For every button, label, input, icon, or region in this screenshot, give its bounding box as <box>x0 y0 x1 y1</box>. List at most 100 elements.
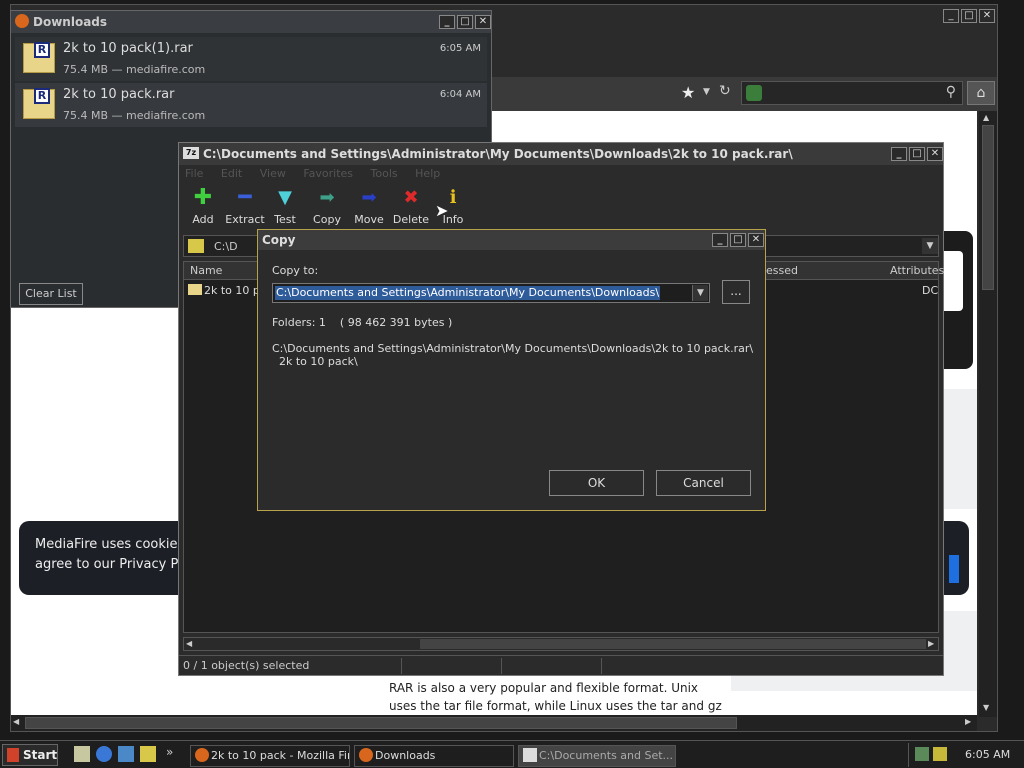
download-item[interactable]: R 2k to 10 pack(1).rar 75.4 MB — mediafi… <box>15 37 487 81</box>
maximize-button[interactable]: □ <box>730 233 746 247</box>
taskbar-item-downloads[interactable]: Downloads <box>354 745 514 767</box>
plus-icon: ✚ <box>193 185 213 210</box>
menu-bar: File Edit View Favorites Tools Help <box>185 167 454 183</box>
download-details: 75.4 MB — mediafire.com <box>63 63 206 76</box>
system-tray: 6:05 AM <box>908 743 1022 767</box>
maximize-button[interactable]: □ <box>457 15 473 29</box>
explorer-icon[interactable] <box>140 746 156 762</box>
menu-edit[interactable]: Edit <box>221 167 242 180</box>
start-button[interactable]: Start <box>2 744 58 766</box>
cancel-button[interactable]: Cancel <box>656 470 751 496</box>
window-title: Downloads <box>33 15 108 29</box>
status-text: 0 / 1 object(s) selected <box>183 659 310 672</box>
minimize-button[interactable]: _ <box>439 15 455 29</box>
tray-app-icon[interactable] <box>933 747 947 761</box>
menu-favorites[interactable]: Favorites <box>303 167 353 180</box>
source-path-line-2: 2k to 10 pack\ <box>272 355 358 368</box>
cookie-accept-button[interactable] <box>949 555 959 583</box>
chevron-down-icon[interactable]: ▼ <box>703 87 710 97</box>
horizontal-scrollbar[interactable]: ◀ ▶ <box>11 715 977 731</box>
reload-icon[interactable]: ↻ <box>719 83 731 99</box>
network-icon[interactable] <box>915 747 929 761</box>
scroll-left-icon[interactable]: ◀ <box>13 717 19 726</box>
search-input[interactable]: ⚲ <box>741 81 963 105</box>
scroll-right-icon[interactable]: ▶ <box>965 717 971 726</box>
show-desktop-icon[interactable] <box>74 746 90 762</box>
ok-button[interactable]: OK <box>549 470 644 496</box>
google-icon <box>746 85 762 101</box>
maximize-button[interactable]: □ <box>909 147 925 161</box>
search-icon[interactable]: ⚲ <box>946 84 956 100</box>
page-paragraph: RAR is also a very popular and flexible … <box>389 681 722 713</box>
browser-toolbar: ★ ▼ ↻ ⚲ ⌂ <box>491 77 997 111</box>
7zip-icon <box>523 748 537 762</box>
test-button[interactable]: ▼ Test <box>261 187 309 226</box>
clear-list-button[interactable]: Clear List <box>19 283 83 305</box>
firefox-icon <box>195 748 209 762</box>
taskbar-item-firefox[interactable]: 2k to 10 pack - Mozilla Fir... <box>190 745 350 767</box>
status-bar: 0 / 1 object(s) selected <box>179 655 943 675</box>
copy-dialog-titlebar[interactable]: Copy _ □ ✕ <box>258 230 765 250</box>
close-button[interactable]: ✕ <box>979 9 995 23</box>
close-button[interactable]: ✕ <box>748 233 764 247</box>
scroll-right-icon[interactable]: ▶ <box>928 639 934 648</box>
column-packed-size[interactable]: essed <box>766 264 798 277</box>
taskbar: Start » 2k to 10 pack - Mozilla Fir... D… <box>0 740 1024 768</box>
download-details: 75.4 MB — mediafire.com <box>63 109 206 122</box>
column-name[interactable]: Name <box>190 264 222 277</box>
vertical-scrollbar[interactable]: ▲ ▼ <box>979 111 997 717</box>
copy-arrow-icon: ➡ <box>319 187 335 208</box>
close-button[interactable]: ✕ <box>475 15 491 29</box>
row-attributes: DC <box>922 284 939 297</box>
7zip-titlebar[interactable]: 7z C:\Documents and Settings\Administrat… <box>179 143 943 165</box>
add-button[interactable]: ✚ Add <box>179 185 227 227</box>
scroll-down-icon[interactable]: ▼ <box>983 703 989 712</box>
check-icon: ▼ <box>278 187 292 208</box>
folders-info: Folders: 1 ( 98 462 391 bytes ) <box>272 316 453 329</box>
delete-button[interactable]: ✖ Delete <box>387 187 435 226</box>
start-logo-icon <box>7 748 19 762</box>
address-text: C:\D <box>214 240 238 253</box>
folder-up-icon[interactable] <box>188 239 204 253</box>
minimize-button[interactable]: _ <box>891 147 907 161</box>
outlook-icon[interactable] <box>118 746 134 762</box>
column-attributes[interactable]: Attributes <box>890 264 944 277</box>
download-item[interactable]: R 2k to 10 pack.rar 75.4 MB — mediafire.… <box>15 83 487 127</box>
menu-view[interactable]: View <box>260 167 286 180</box>
destination-path-combo[interactable]: C:\Documents and Settings\Administrator\… <box>272 283 710 303</box>
rar-file-icon: R <box>23 88 55 119</box>
chevron-right-icon[interactable]: » <box>166 745 173 759</box>
download-filename: 2k to 10 pack(1).rar <box>63 41 193 56</box>
move-button[interactable]: ➡ Move <box>345 187 393 226</box>
scroll-up-icon[interactable]: ▲ <box>983 113 989 122</box>
mouse-cursor-icon: ➤ <box>435 201 449 220</box>
chevron-down-icon[interactable]: ▼ <box>922 238 938 254</box>
downloads-titlebar[interactable]: Downloads _ □ ✕ <box>11 11 491 33</box>
move-arrow-icon: ➡ <box>361 187 377 208</box>
close-button[interactable]: ✕ <box>927 147 943 161</box>
menu-help[interactable]: Help <box>415 167 440 180</box>
scrollbar-thumb[interactable] <box>25 717 737 729</box>
minimize-button[interactable]: _ <box>943 9 959 23</box>
copy-dialog: Copy _ □ ✕ Copy to: C:\Documents and Set… <box>257 229 766 511</box>
copy-button[interactable]: ➡ Copy <box>303 187 351 226</box>
firefox-icon <box>359 748 373 762</box>
scrollbar-thumb[interactable] <box>982 125 994 290</box>
home-icon[interactable]: ⌂ <box>967 81 995 105</box>
horizontal-scrollbar[interactable]: ◀ ▶ <box>183 637 939 651</box>
internet-explorer-icon[interactable] <box>96 746 112 762</box>
menu-file[interactable]: File <box>185 167 203 180</box>
browse-button[interactable]: ... <box>722 280 750 304</box>
firefox-icon <box>15 14 29 28</box>
bookmark-star-icon[interactable]: ★ <box>681 83 695 102</box>
download-time: 6:04 AM <box>439 89 481 100</box>
download-time: 6:05 AM <box>439 43 481 54</box>
clock: 6:05 AM <box>965 748 1011 761</box>
minimize-button[interactable]: _ <box>712 233 728 247</box>
menu-tools[interactable]: Tools <box>371 167 398 180</box>
scrollbar-thumb[interactable] <box>420 639 926 649</box>
taskbar-item-7zip[interactable]: C:\Documents and Set... <box>518 745 676 767</box>
scroll-left-icon[interactable]: ◀ <box>186 639 192 648</box>
maximize-button[interactable]: □ <box>961 9 977 23</box>
chevron-down-icon[interactable]: ▼ <box>692 285 708 301</box>
